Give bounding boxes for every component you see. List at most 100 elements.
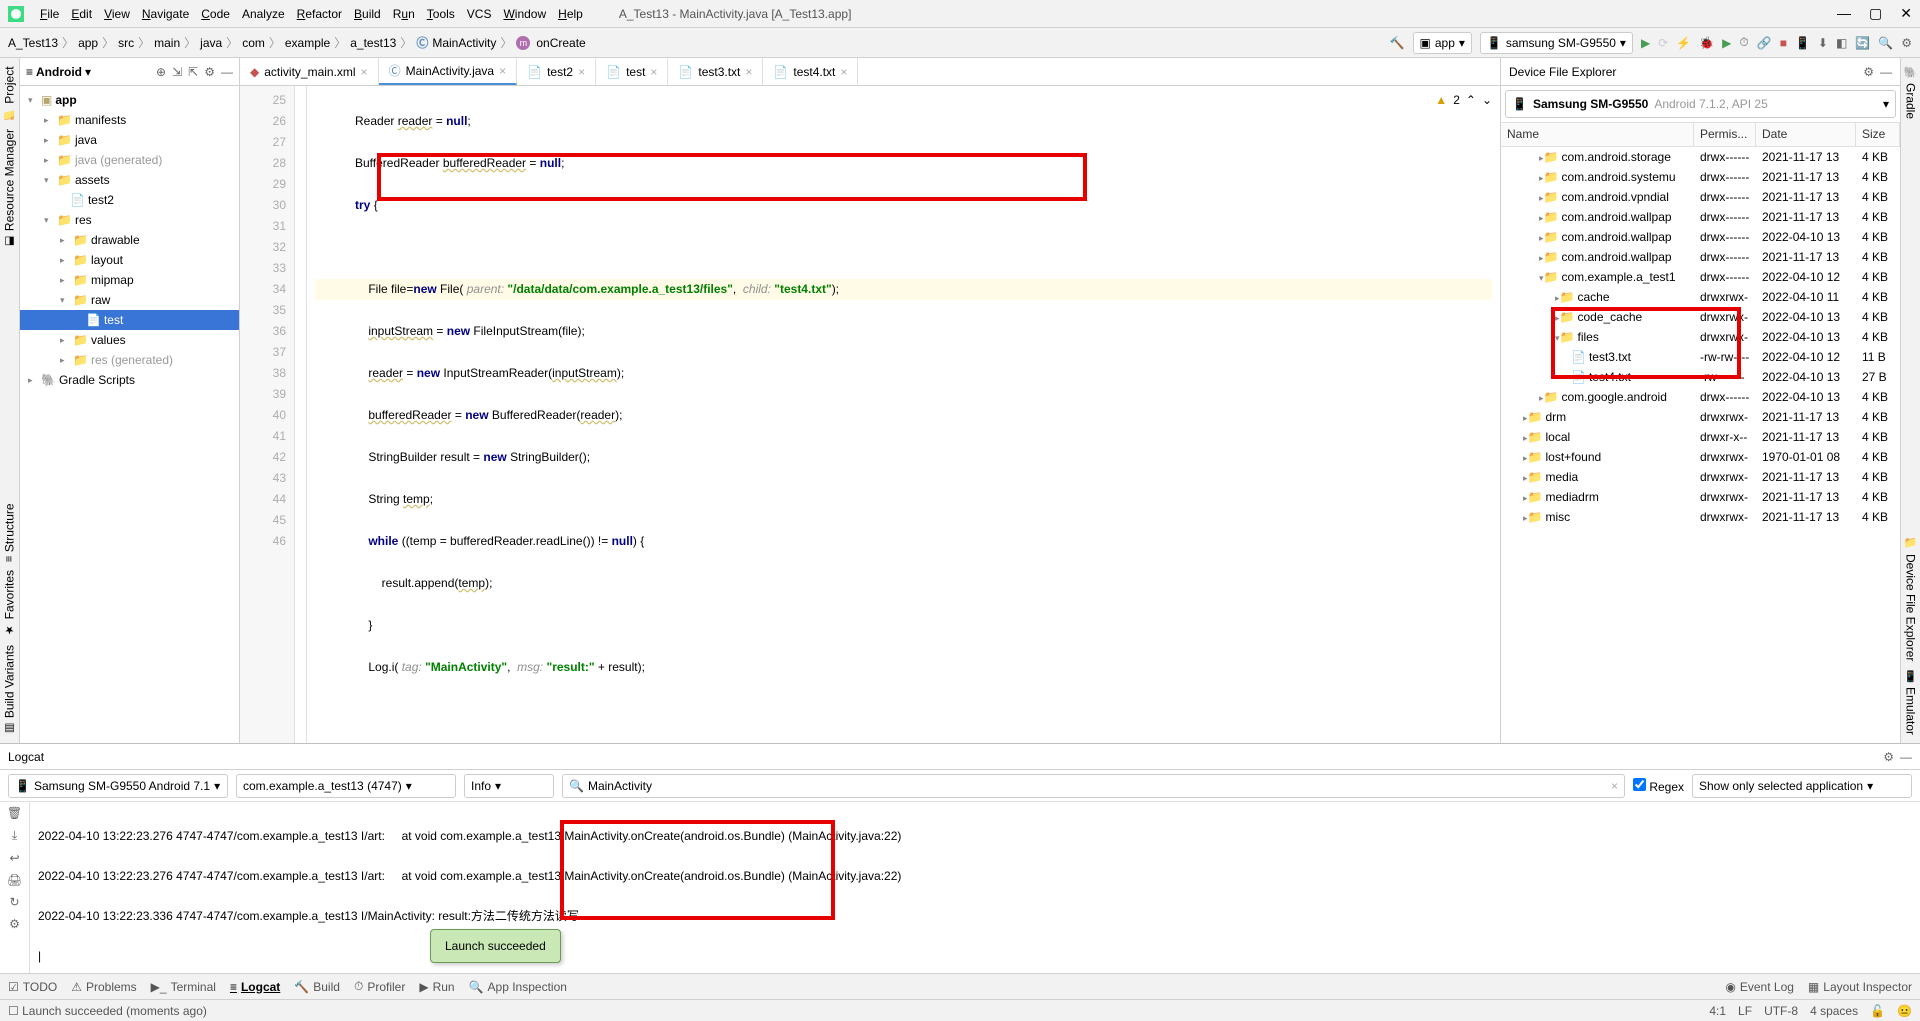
close-icon[interactable]: × <box>840 65 847 79</box>
code-editor[interactable]: 2526272829303132333435363738394041424344… <box>240 86 1500 743</box>
crumb-4[interactable]: java <box>200 36 222 50</box>
tab-test2[interactable]: 📄test2× <box>517 58 596 85</box>
tree-java[interactable]: ▸📁 java <box>20 130 239 150</box>
device-row[interactable]: ▸📁code_cachedrwxrwx-2022-04-10 134 KB <box>1501 307 1900 327</box>
menu-vcs[interactable]: VCS <box>461 7 498 21</box>
tree-res-gen[interactable]: ▸📁 res (generated) <box>20 350 239 370</box>
log-link[interactable]: MainActivity.java:22 <box>792 869 897 883</box>
tab-terminal[interactable]: ▶_ Terminal <box>151 980 216 994</box>
tree-test2[interactable]: 📄 test2 <box>20 190 239 210</box>
attach-debugger-icon[interactable]: 🔗 <box>1757 36 1772 50</box>
device-selector[interactable]: 📱 samsung SM-G9550 ▾ <box>1480 32 1633 54</box>
tab-test3[interactable]: 📄test3.txt× <box>668 58 763 85</box>
menu-file[interactable]: File <box>34 7 65 21</box>
device-row[interactable]: ▾📁filesdrwxrwx-2022-04-10 134 KB <box>1501 327 1900 347</box>
project-tree[interactable]: ▾▣ app ▸📁 manifests ▸📁 java ▸📁 java (gen… <box>20 86 239 743</box>
clear-search-icon[interactable]: × <box>1611 779 1618 793</box>
crumb-1[interactable]: app <box>78 36 98 50</box>
crumb-0[interactable]: A_Test13 <box>8 36 58 50</box>
build-icon[interactable]: 🔨 <box>1390 36 1405 50</box>
apply-changes-icon[interactable]: ⟳ <box>1658 36 1668 50</box>
logcat-output[interactable]: 2022-04-10 13:22:23.276 4747-4747/com.ex… <box>30 802 1920 973</box>
device-row[interactable]: ▸📁com.android.storagedrwx------2021-11-1… <box>1501 147 1900 167</box>
logcat-level-combo[interactable]: Info ▾ <box>464 774 554 798</box>
logcat-filter-combo[interactable]: Show only selected application ▾ <box>1692 774 1912 798</box>
clear-logcat-icon[interactable]: 🗑 <box>7 806 22 820</box>
tab-layout-inspector[interactable]: ▦ Layout Inspector <box>1808 980 1912 994</box>
menu-build[interactable]: Build <box>348 7 387 21</box>
fold-gutter[interactable] <box>295 86 307 743</box>
close-icon[interactable]: ✕ <box>1900 5 1912 22</box>
device-row[interactable]: ▸📁cachedrwxrwx-2022-04-10 114 KB <box>1501 287 1900 307</box>
side-tab-structure[interactable]: ≡ Structure <box>2 503 17 562</box>
tree-java-gen[interactable]: ▸📁 java (generated) <box>20 150 239 170</box>
profile-icon[interactable]: ⏱ <box>1739 35 1748 50</box>
indent[interactable]: 4 spaces <box>1810 1004 1858 1018</box>
emoji-icon[interactable]: 😐 <box>1897 1004 1912 1018</box>
tree-gradle-scripts[interactable]: ▸🐘 Gradle Scripts <box>20 370 239 390</box>
settings-icon[interactable]: ⚙ <box>9 917 20 931</box>
apply-code-icon[interactable]: ⚡ <box>1676 36 1691 50</box>
menu-code[interactable]: Code <box>195 7 236 21</box>
hide-panel-icon[interactable]: — <box>221 65 233 79</box>
tab-test[interactable]: 📄test× <box>596 58 668 85</box>
menu-view[interactable]: View <box>98 7 136 21</box>
col-name[interactable]: Name <box>1501 123 1694 146</box>
caret-position[interactable]: 4:1 <box>1709 1004 1726 1018</box>
tab-test4[interactable]: 📄test4.txt× <box>763 58 858 85</box>
crumb-2[interactable]: src <box>118 36 134 50</box>
gear-icon[interactable]: ⚙ <box>1883 750 1894 764</box>
tab-activity-main[interactable]: ◆activity_main.xml× <box>240 58 379 85</box>
collapse-all-icon[interactable]: ⇱ <box>188 65 198 79</box>
menu-help[interactable]: Help <box>552 7 589 21</box>
tab-mainactivity[interactable]: ⒸMainActivity.java× <box>379 58 518 85</box>
encoding[interactable]: UTF-8 <box>1764 1004 1798 1018</box>
avd-manager-icon[interactable]: 📱 <box>1795 36 1810 50</box>
device-row[interactable]: ▸📁com.android.vpndialdrwx------2021-11-1… <box>1501 187 1900 207</box>
logcat-search-input[interactable] <box>588 779 1607 793</box>
device-row[interactable]: ▸📁com.android.systemudrwx------2021-11-1… <box>1501 167 1900 187</box>
device-row[interactable]: ▸📁lost+founddrwxrwx-1970-01-01 084 KB <box>1501 447 1900 467</box>
settings-icon[interactable]: ⚙ <box>1901 36 1912 50</box>
tab-run[interactable]: ▶ Run <box>419 980 454 994</box>
print-icon[interactable]: 🖨 <box>7 873 22 887</box>
device-row[interactable]: ▸📁com.google.androiddrwx------2022-04-10… <box>1501 387 1900 407</box>
line-separator[interactable]: LF <box>1738 1004 1752 1018</box>
close-icon[interactable]: × <box>745 65 752 79</box>
tree-assets[interactable]: ▾📁 assets <box>20 170 239 190</box>
col-date[interactable]: Date <box>1756 123 1856 146</box>
crumb-3[interactable]: main <box>154 36 180 50</box>
menu-run[interactable]: Run <box>387 7 421 21</box>
tree-manifests[interactable]: ▸📁 manifests <box>20 110 239 130</box>
tree-drawable[interactable]: ▸📁 drawable <box>20 230 239 250</box>
tree-values[interactable]: ▸📁 values <box>20 330 239 350</box>
menu-refactor[interactable]: Refactor <box>291 7 348 21</box>
crumb-5[interactable]: com <box>242 36 265 50</box>
minimize-icon[interactable]: — <box>1837 5 1851 22</box>
device-row[interactable]: ▸📁drmdrwxrwx-2021-11-17 134 KB <box>1501 407 1900 427</box>
coverage-icon[interactable]: ▶ <box>1722 36 1731 50</box>
stop-icon[interactable]: ■ <box>1780 36 1787 50</box>
gear-icon[interactable]: ⚙ <box>1863 65 1874 79</box>
logcat-device-combo[interactable]: 📱 Samsung SM-G9550 Android 7.1 ▾ <box>8 774 228 798</box>
device-row[interactable]: ▸📁mediadrwxrwx-2021-11-17 134 KB <box>1501 467 1900 487</box>
sync-icon[interactable]: 🔄 <box>1855 36 1870 50</box>
crumb-7[interactable]: a_test13 <box>350 36 396 50</box>
crumb-6[interactable]: example <box>285 36 330 50</box>
device-row[interactable]: ▸📁com.android.wallpapdrwx------2021-11-1… <box>1501 207 1900 227</box>
run-button-icon[interactable]: ▶ <box>1641 36 1650 50</box>
device-row[interactable]: ▸📁mediadrmdrwxrwx-2021-11-17 134 KB <box>1501 487 1900 507</box>
tree-app[interactable]: ▾▣ app <box>20 90 239 110</box>
device-row[interactable]: 📄test3.txt-rw-rw----2022-04-10 1211 B <box>1501 347 1900 367</box>
device-row[interactable]: ▸📁com.android.wallpapdrwx------2022-04-1… <box>1501 227 1900 247</box>
device-row[interactable]: ▸📁miscdrwxrwx-2021-11-17 134 KB <box>1501 507 1900 527</box>
tab-event-log[interactable]: ◉ Event Log <box>1725 980 1794 994</box>
tree-mipmap[interactable]: ▸📁 mipmap <box>20 270 239 290</box>
menu-edit[interactable]: Edit <box>65 7 98 21</box>
logcat-regex-checkbox[interactable]: Regex <box>1633 778 1684 794</box>
project-view-selector[interactable]: ≡ Android▾ <box>26 65 91 79</box>
device-row[interactable]: 📄test4.txt-rw-------2022-04-10 1327 B <box>1501 367 1900 387</box>
gear-icon[interactable]: ⚙ <box>204 65 215 79</box>
tree-raw[interactable]: ▾📁 raw <box>20 290 239 310</box>
side-tab-gradle[interactable]: 🐘 Gradle <box>1903 66 1918 119</box>
